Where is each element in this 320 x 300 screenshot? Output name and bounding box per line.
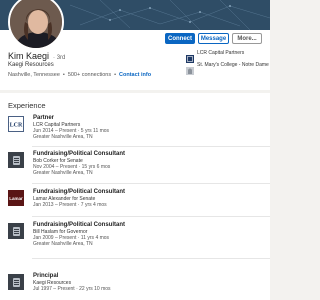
svg-text:LCR: LCR [10, 123, 23, 129]
divider [32, 258, 270, 259]
profile-side-list: LCR Capital Partners St. Mary's College … [186, 50, 270, 75]
message-button[interactable]: Message [198, 33, 229, 44]
job-title: Principal [33, 273, 59, 279]
profile-meta: Nashville, Tennessee • 500+ connections … [8, 72, 152, 78]
connection-degree: · 3rd [53, 55, 66, 61]
school-logo-icon [186, 62, 194, 75]
name-row: Kim Kaegi · 3rd [8, 51, 65, 61]
connect-button[interactable]: Connect [165, 33, 195, 44]
job-location: Greater Nashville Area, TN [33, 241, 93, 247]
lcr-logo-icon: LCR [8, 116, 24, 132]
job-location: Greater Nashville Area, TN [33, 170, 93, 176]
experience-details: Principal Kaegi Resources Jul 1997 – Pre… [33, 273, 111, 292]
profile-card: Connect Message More... Kim Kaegi · 3rd … [0, 0, 270, 90]
side-item-company-label: LCR Capital Partners [197, 50, 245, 56]
experience-item[interactable]: Lamar Fundraising/Political Consultant L… [8, 189, 258, 208]
svg-text:Lamar: Lamar [9, 196, 23, 201]
experience-section: Experience LCR Partner LCR Capital Partn… [0, 93, 270, 300]
side-item-school[interactable]: St. Mary's College - Notre Dame [186, 62, 270, 75]
divider [32, 216, 270, 217]
connections-count[interactable]: 500+ connections [68, 72, 111, 78]
experience-item[interactable]: LCR Partner LCR Capital Partners Jun 201… [8, 115, 258, 140]
lcr-logo-icon [186, 50, 194, 63]
experience-item[interactable]: Fundraising/Political Consultant Bob Cor… [8, 151, 258, 176]
experience-details: Fundraising/Political Consultant Bill Ha… [33, 222, 125, 247]
profile-name: Kim Kaegi [8, 51, 50, 61]
avatar[interactable] [8, 0, 64, 50]
job-dates: Jul 1997 – Present · 22 yrs 10 mos [33, 286, 111, 292]
job-location: Greater Nashville Area, TN [33, 134, 93, 140]
experience-item[interactable]: Principal Kaegi Resources Jul 1997 – Pre… [8, 273, 258, 292]
job-title: Fundraising/Political Consultant [33, 151, 126, 157]
profile-headline: Kaegi Resources [8, 62, 54, 68]
company-building-icon [8, 274, 24, 290]
experience-item[interactable]: Fundraising/Political Consultant Bill Ha… [8, 222, 258, 247]
experience-details: Fundraising/Political Consultant Lamar A… [33, 189, 125, 208]
job-title: Partner [33, 115, 55, 121]
lamar-logo-icon: Lamar [8, 190, 24, 206]
profile-location: Nashville, Tennessee [8, 72, 60, 78]
more-button[interactable]: More... [232, 33, 262, 44]
job-title: Fundraising/Political Consultant [33, 189, 126, 195]
divider [32, 146, 270, 147]
experience-details: Fundraising/Political Consultant Bob Cor… [33, 151, 125, 176]
experience-details: Partner LCR Capital Partners Jun 2014 – … [33, 115, 109, 140]
company-building-icon [8, 223, 24, 239]
contact-info-link[interactable]: Contact info [119, 72, 151, 78]
job-dates: Jan 2013 – Present · 7 yrs 4 mos [33, 202, 107, 208]
profile-actions: Connect Message More... [165, 33, 262, 44]
experience-title: Experience [8, 101, 46, 110]
company-building-icon [8, 152, 24, 168]
divider [32, 183, 270, 184]
side-item-company[interactable]: LCR Capital Partners [186, 50, 270, 63]
job-title: Fundraising/Political Consultant [33, 222, 126, 228]
side-item-school-label: St. Mary's College - Notre Dame [197, 62, 269, 68]
